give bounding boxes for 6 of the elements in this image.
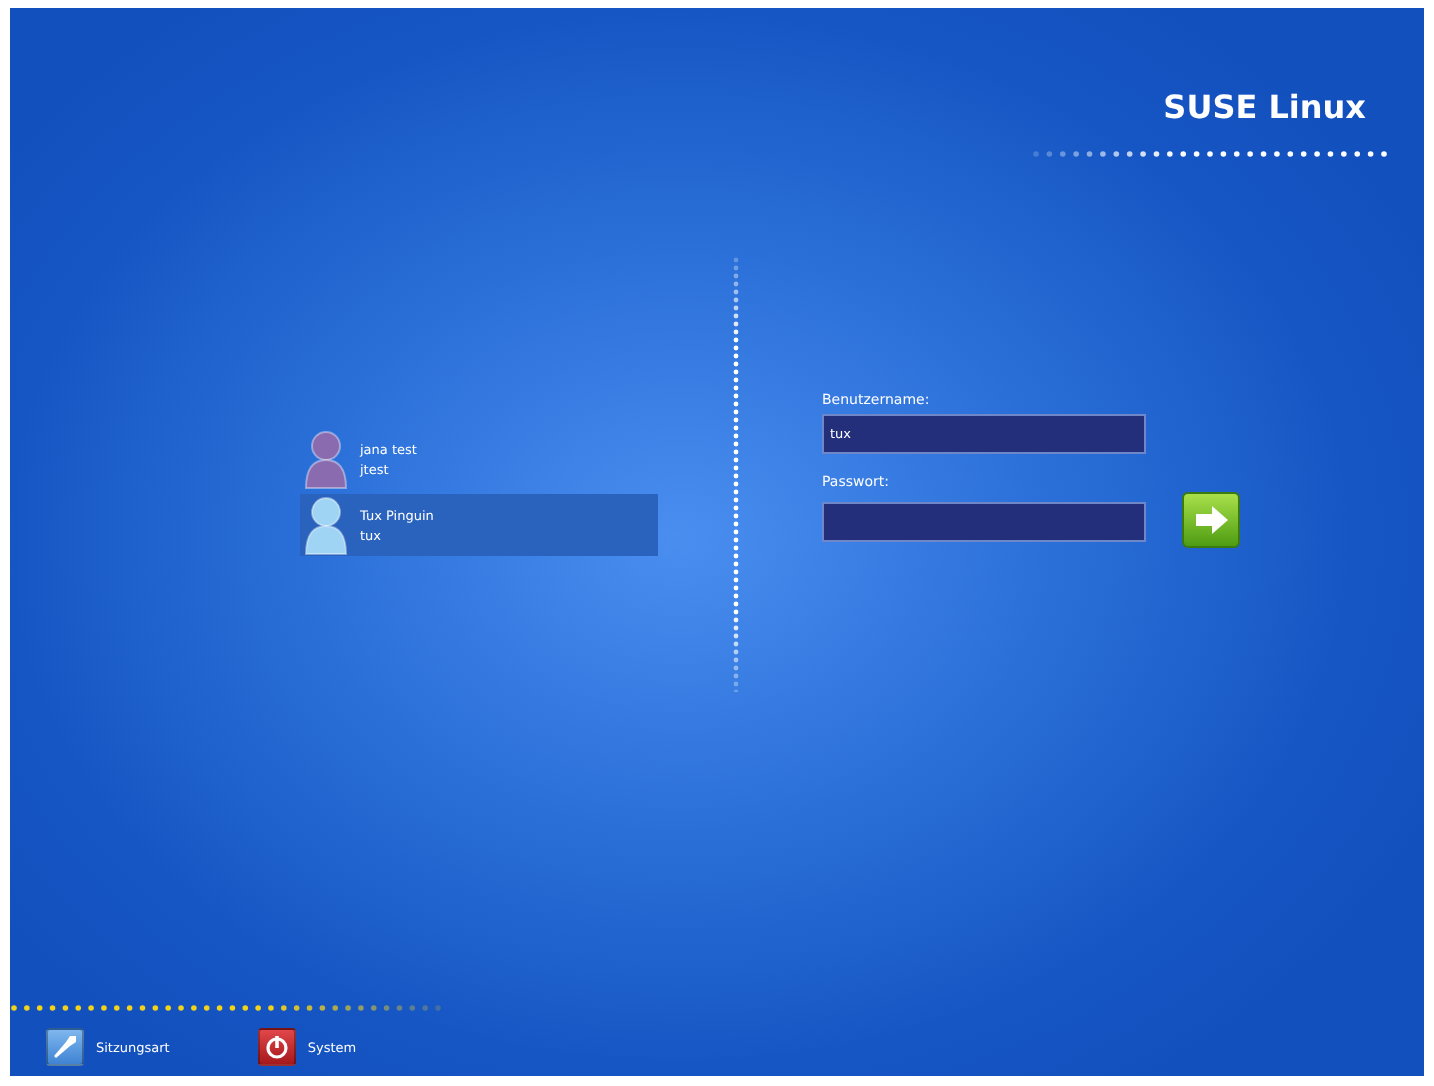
logo-text: SUSE Linux bbox=[1163, 88, 1366, 126]
login-button[interactable] bbox=[1182, 492, 1240, 548]
password-field[interactable] bbox=[822, 502, 1146, 542]
arrow-right-icon bbox=[1193, 506, 1229, 534]
power-icon bbox=[257, 1028, 296, 1066]
wrench-icon bbox=[46, 1028, 84, 1066]
